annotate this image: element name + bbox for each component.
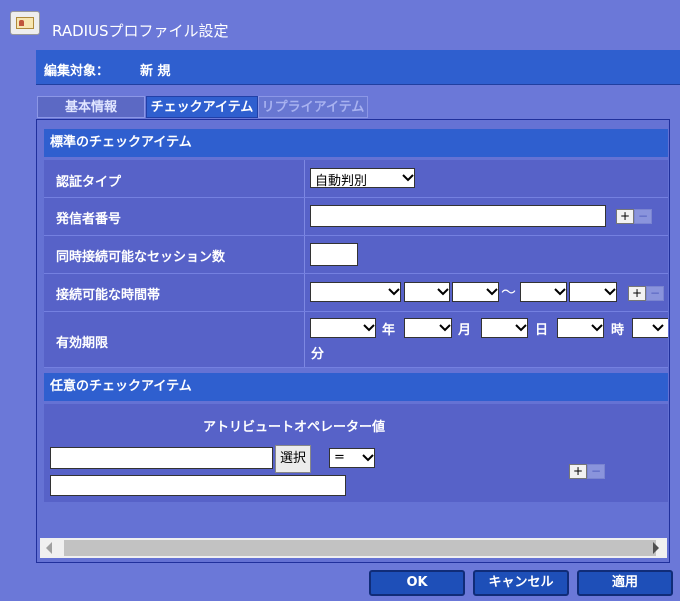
tab-basic-info[interactable]: 基本情報 (37, 96, 145, 118)
sessions-input[interactable] (310, 243, 358, 266)
apply-button[interactable]: 適用 (577, 570, 673, 596)
caller-id-label: 発信者番号 (56, 212, 122, 227)
scroll-right-icon[interactable] (653, 542, 659, 554)
edit-target-bar: 編集対象： 新 規 (36, 50, 680, 85)
standard-section-header: 標準のチェックアイテム (44, 129, 668, 157)
expiry-hour-unit: 時 (611, 323, 625, 338)
sessions-label: 同時接続可能なセッション数 (56, 250, 226, 265)
time-range-end-minute-select[interactable] (569, 282, 617, 302)
auth-type-select[interactable]: 自動判別 (310, 168, 415, 189)
expiry-minute-unit: 分 (311, 347, 325, 362)
time-range-start-minute-select[interactable] (404, 282, 450, 302)
cancel-button[interactable]: キャンセル (473, 570, 569, 596)
tab-check-items[interactable]: チェックアイテム (146, 96, 258, 118)
window-title: RADIUSプロファイル設定 (52, 22, 229, 40)
time-range-add-button[interactable]: + (628, 286, 646, 301)
auth-type-label: 認証タイプ (56, 175, 122, 190)
time-range-separator: 〜 (501, 283, 517, 301)
title-bar: RADIUSプロファイル設定 (0, 0, 680, 40)
tab-reply-items[interactable]: リプライアイテム (258, 96, 368, 118)
profile-card-icon (10, 11, 40, 35)
operator-select[interactable]: = (329, 448, 375, 468)
value-input[interactable] (50, 475, 346, 496)
expiry-month-select[interactable] (404, 318, 452, 338)
expiry-year-unit: 年 (382, 323, 396, 338)
horizontal-scrollbar[interactable] (40, 538, 667, 558)
expiry-day-select[interactable] (481, 318, 528, 338)
expiry-year-select[interactable] (310, 318, 376, 338)
expiry-hour-select[interactable] (557, 318, 604, 338)
time-range-end-hour-select[interactable] (520, 282, 567, 302)
caller-id-input[interactable] (310, 205, 606, 227)
attribute-operator-value-header: アトリビュートオペレーター値 (203, 420, 386, 435)
scroll-left-icon[interactable] (46, 542, 52, 554)
ok-button[interactable]: OK (369, 570, 465, 596)
time-range-start-second-select[interactable] (452, 282, 499, 302)
caller-id-remove-button[interactable]: − (634, 209, 652, 224)
time-range-start-hour-select[interactable] (310, 282, 401, 302)
time-range-label: 接続可能な時間帯 (56, 288, 161, 303)
optional-item-add-button[interactable]: + (569, 464, 587, 479)
caller-id-add-button[interactable]: + (616, 209, 634, 224)
expiry-month-unit: 月 (458, 323, 472, 338)
optional-item-remove-button[interactable]: − (587, 464, 605, 479)
expiry-label: 有効期限 (56, 336, 109, 351)
select-attribute-button[interactable]: 選択 (275, 445, 311, 473)
expiry-minute-select[interactable] (632, 318, 668, 338)
edit-target-label: 編集対象： (44, 64, 110, 79)
edit-target-value: 新 規 (140, 64, 171, 79)
expiry-day-unit: 日 (535, 323, 549, 338)
time-range-remove-button[interactable]: − (646, 286, 664, 301)
scrollbar-thumb[interactable] (64, 540, 656, 556)
optional-section-header: 任意のチェックアイテム (44, 373, 668, 401)
attribute-input[interactable] (50, 447, 273, 469)
